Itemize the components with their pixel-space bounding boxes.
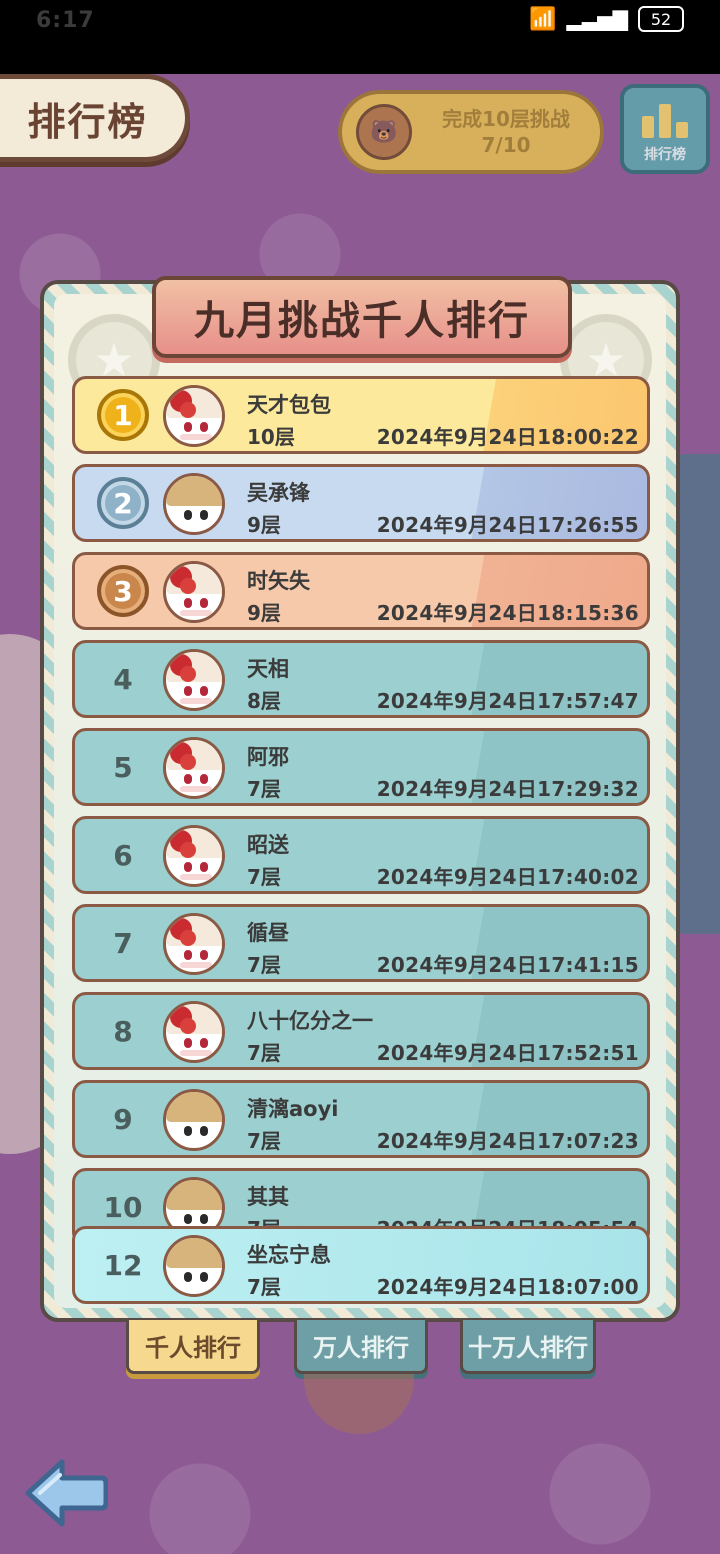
ranking-row[interactable]: 8 八十亿分之一 7层 2024年9月24日17:52:51 xyxy=(72,992,650,1070)
status-bar: 6:17 📶 ▂▃▅▇ 52 xyxy=(0,0,720,74)
back-button[interactable] xyxy=(24,1456,109,1530)
bar-chart-icon xyxy=(642,98,688,138)
ranking-row[interactable]: 7 循昼 7层 2024年9月24日17:41:15 xyxy=(72,904,650,982)
player-floor: 7层 xyxy=(247,777,281,801)
page-title-text: 排行榜 xyxy=(27,99,148,144)
player-floor: 8层 xyxy=(247,689,281,713)
avatar[interactable] xyxy=(163,1001,225,1063)
tab-hundred-thousand[interactable]: 十万人排行 xyxy=(460,1320,596,1374)
player-floor: 7层 xyxy=(247,1129,281,1153)
battery-level: 52 xyxy=(650,9,672,29)
player-floor: 10层 xyxy=(247,425,295,449)
ranking-row[interactable]: 5 阿邪 7层 2024年9月24日17:29:32 xyxy=(72,728,650,806)
avatar[interactable] xyxy=(163,649,225,711)
player-name: 天相 xyxy=(247,657,289,681)
player-name: 八十亿分之一 xyxy=(247,1009,373,1033)
battery-icon: 52 xyxy=(638,6,684,32)
player-floor: 7层 xyxy=(247,865,281,889)
back-arrow-icon xyxy=(25,1459,109,1527)
ranking-tabs: 千人排行 万人排行 十万人排行 xyxy=(122,1320,602,1376)
player-time: 2024年9月24日17:57:47 xyxy=(376,689,639,713)
player-floor: 7层 xyxy=(247,953,281,977)
avatar[interactable] xyxy=(163,913,225,975)
avatar[interactable] xyxy=(163,385,225,447)
avatar[interactable] xyxy=(163,825,225,887)
my-rank-number: 12 xyxy=(103,1248,143,1282)
rank-number: 4 xyxy=(113,662,133,696)
ranking-row[interactable]: 9 清漓aoyi 7层 2024年9月24日17:07:23 xyxy=(72,1080,650,1158)
rank-number: 5 xyxy=(113,750,133,784)
bronze-medal-icon: 3 xyxy=(97,565,149,617)
rank-number: 6 xyxy=(113,838,133,872)
signal-icon: ▂▃▅▇ xyxy=(566,7,628,31)
player-time: 2024年9月24日17:29:32 xyxy=(376,777,639,801)
player-name: 时矢失 xyxy=(247,569,310,593)
challenge-progress: 7/10 xyxy=(481,133,531,157)
player-name: 吴承锋 xyxy=(247,481,310,505)
player-time: 2024年9月24日17:40:02 xyxy=(376,865,639,889)
my-avatar[interactable] xyxy=(163,1235,225,1297)
ranking-panel: ★ ★ 九月挑战千人排行 1 天才包包 10层 2024年9月24日18:00:… xyxy=(40,276,680,1322)
bear-icon: 🐻 xyxy=(356,104,412,160)
player-time: 2024年9月24日18:00:22 xyxy=(376,425,639,449)
page-title: 排行榜 xyxy=(0,74,190,162)
player-name: 阿邪 xyxy=(247,745,289,769)
player-name: 其其 xyxy=(247,1185,289,1209)
player-floor: 7层 xyxy=(247,1041,281,1065)
player-time: 2024年9月24日17:26:55 xyxy=(376,513,639,537)
player-floor: 9层 xyxy=(247,601,281,625)
ranking-list[interactable]: 1 天才包包 10层 2024年9月24日18:00:22 2 吴承锋 9层 2… xyxy=(72,376,650,1236)
avatar[interactable] xyxy=(163,737,225,799)
silver-medal-icon: 2 xyxy=(97,477,149,529)
tab-ten-thousand[interactable]: 万人排行 xyxy=(294,1320,428,1374)
player-time: 2024年9月24日17:41:15 xyxy=(376,953,639,977)
challenge-progress-button[interactable]: 🐻 完成10层挑战 7/10 xyxy=(338,90,604,174)
bottom-badge-decoration xyxy=(304,1374,414,1434)
avatar[interactable] xyxy=(163,561,225,623)
player-name: 循昼 xyxy=(247,921,289,945)
rank-number: 8 xyxy=(113,1014,133,1048)
ranking-row[interactable]: 3 时矢失 9层 2024年9月24日18:15:36 xyxy=(72,552,650,630)
my-player-name: 坐忘宁息 xyxy=(247,1243,331,1267)
avatar[interactable] xyxy=(163,1089,225,1151)
ranking-row[interactable]: 1 天才包包 10层 2024年9月24日18:00:22 xyxy=(72,376,650,454)
avatar[interactable] xyxy=(163,473,225,535)
status-icons: 📶 ▂▃▅▇ 52 xyxy=(529,6,684,32)
player-time: 2024年9月24日18:15:36 xyxy=(376,601,639,625)
ranking-title: 九月挑战千人排行 xyxy=(152,276,572,358)
wifi-icon: 📶 xyxy=(529,6,557,32)
rank-number: 7 xyxy=(113,926,133,960)
player-name: 昭送 xyxy=(247,833,289,857)
ranking-row[interactable]: 4 天相 8层 2024年9月24日17:57:47 xyxy=(72,640,650,718)
player-name: 清漓aoyi xyxy=(247,1097,339,1121)
challenge-text: 完成10层挑战 xyxy=(442,107,570,131)
my-player-time: 2024年9月24日18:07:00 xyxy=(376,1275,639,1299)
tab-thousand[interactable]: 千人排行 xyxy=(126,1320,260,1374)
player-name: 天才包包 xyxy=(247,393,331,417)
player-floor: 9层 xyxy=(247,513,281,537)
player-time: 2024年9月24日17:07:23 xyxy=(376,1129,639,1153)
ranking-row[interactable]: 2 吴承锋 9层 2024年9月24日17:26:55 xyxy=(72,464,650,542)
my-player-floor: 7层 xyxy=(247,1275,281,1299)
gold-medal-icon: 1 xyxy=(97,389,149,441)
leaderboard-button-label: 排行榜 xyxy=(644,147,686,163)
player-time: 2024年9月24日17:52:51 xyxy=(376,1041,639,1065)
leaderboard-button[interactable]: 排行榜 xyxy=(620,84,710,174)
ranking-row[interactable]: 6 昭送 7层 2024年9月24日17:40:02 xyxy=(72,816,650,894)
game-screen: 排行榜 🐻 完成10层挑战 7/10 排行榜 ★ ★ 九月挑战千人排行 1 天才… xyxy=(0,74,720,1554)
rank-number: 9 xyxy=(113,1102,133,1136)
ranking-title-text: 九月挑战千人排行 xyxy=(194,298,530,344)
my-ranking-row[interactable]: 12 坐忘宁息 7层 2024年9月24日18:07:00 xyxy=(72,1226,650,1304)
